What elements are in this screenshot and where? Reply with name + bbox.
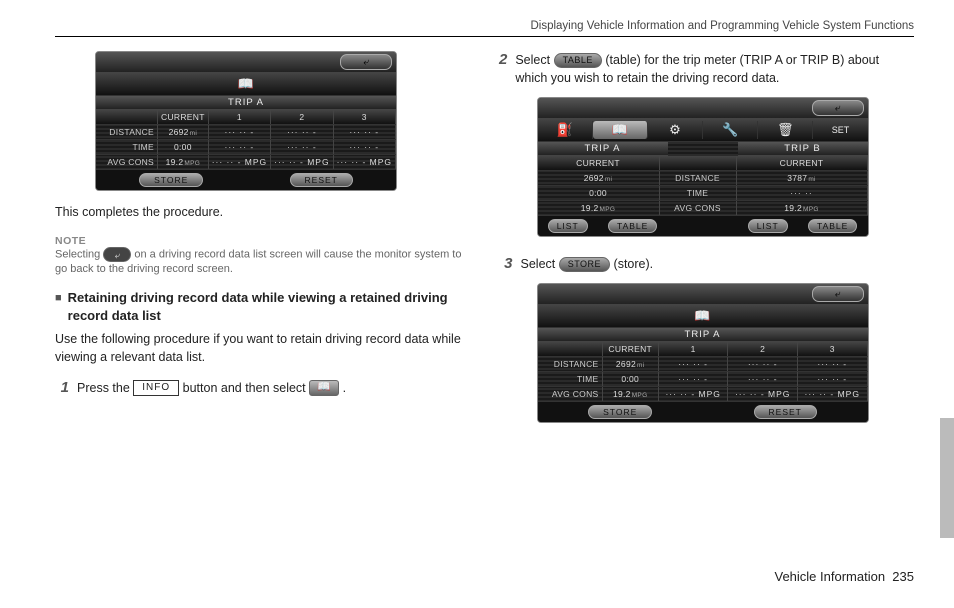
table-row: TIME 0:00 ··· ·· - ··· ·· - ··· ·· - bbox=[538, 372, 868, 387]
list-button[interactable]: LIST bbox=[748, 219, 788, 233]
screenshot-trip-a: ⤶ 📖 TRIP A CURRENT 1 2 3 bbox=[95, 51, 397, 191]
reset-button[interactable]: RESET bbox=[290, 173, 353, 187]
back-icon[interactable]: ⤶ bbox=[812, 100, 864, 116]
book-icon: 📖 bbox=[309, 380, 339, 396]
note-body: Selecting ⤶ on a driving record data lis… bbox=[55, 247, 471, 277]
table-button[interactable]: TABLE bbox=[608, 219, 657, 233]
gear-icon[interactable]: ⚙ bbox=[648, 121, 703, 139]
step-number: 3 bbox=[499, 255, 513, 273]
book-icon: 📖 bbox=[538, 307, 868, 325]
header-rule bbox=[55, 36, 914, 37]
note-heading: NOTE bbox=[55, 235, 471, 247]
col-2: 2 bbox=[271, 110, 333, 125]
col-1: 1 bbox=[208, 110, 270, 125]
tab-row: ⛽ 📖 ⚙ 🔧 🗑 SET bbox=[538, 119, 868, 142]
step-3: 3 Select STORE (store). bbox=[499, 255, 915, 273]
store-button[interactable]: STORE bbox=[588, 405, 652, 419]
step-1: 1 Press the INFO button and then select … bbox=[55, 379, 471, 397]
step-number: 1 bbox=[55, 379, 69, 397]
section-heading: ■ Retaining driving record data while vi… bbox=[55, 289, 471, 324]
table-row: AVG CONS 19.2MPG ··· ·· - MPG ··· ·· - M… bbox=[96, 155, 396, 170]
trip-b-title: TRIP B bbox=[738, 142, 868, 156]
table-row: DISTANCE 2692mi ··· ·· - ··· ·· - ··· ··… bbox=[538, 357, 868, 372]
table-row: DISTANCE 2692mi ··· ·· - ··· ·· - ··· ··… bbox=[96, 125, 396, 140]
book-icon: 📖 bbox=[96, 75, 396, 93]
book-icon[interactable]: 📖 bbox=[593, 121, 648, 139]
completes-text: This completes the procedure. bbox=[55, 203, 471, 221]
table-row: AVG CONS 19.2MPG ··· ·· - MPG ··· ·· - M… bbox=[538, 387, 868, 402]
table-button-label: TABLE bbox=[554, 53, 602, 68]
fuel-icon[interactable]: ⛽ bbox=[538, 121, 593, 139]
store-button-label: STORE bbox=[559, 257, 610, 272]
col-current: CURRENT bbox=[158, 110, 209, 125]
trip-table: CURRENT 1 2 3 DISTANCE 2692mi ··· ·· - ·… bbox=[96, 110, 396, 170]
col-3: 3 bbox=[333, 110, 395, 125]
section-body: Use the following procedure if you want … bbox=[55, 330, 471, 366]
thumb-tab bbox=[940, 418, 954, 538]
back-icon[interactable]: ⤶ bbox=[340, 54, 392, 70]
page-footer: Vehicle Information 235 bbox=[774, 569, 914, 584]
list-button[interactable]: LIST bbox=[548, 219, 588, 233]
table-row: 2692mi DISTANCE 3787mi bbox=[538, 171, 868, 186]
step-2: 2 Select TABLE (table) for the trip mete… bbox=[499, 51, 915, 87]
info-button-label: INFO bbox=[133, 380, 179, 396]
trip-table: CURRENT 1 2 3 DISTANCE 2692mi ··· ·· - ·… bbox=[538, 342, 868, 402]
back-icon: ⤶ bbox=[103, 247, 131, 262]
back-icon[interactable]: ⤶ bbox=[812, 286, 864, 302]
table-row: TIME 0:00 ··· ·· - ··· ·· - ··· ·· - bbox=[96, 140, 396, 155]
square-bullet-icon: ■ bbox=[55, 291, 62, 324]
trash-icon[interactable]: 🗑 bbox=[758, 121, 813, 139]
table-row: 19.2MPG AVG CONS 19.2MPG bbox=[538, 201, 868, 216]
table-button[interactable]: TABLE bbox=[808, 219, 857, 233]
wrench-icon[interactable]: 🔧 bbox=[703, 121, 758, 139]
screenshot-trip-a-store: ⤶ 📖 TRIP A CURRENT 1 2 3 bbox=[537, 283, 869, 423]
trip-title: TRIP A bbox=[96, 96, 396, 110]
store-button[interactable]: STORE bbox=[139, 173, 203, 187]
screenshot-trip-compare: ⤶ ⛽ 📖 ⚙ 🔧 🗑 SET TRIP A TRIP B bbox=[537, 97, 869, 237]
tab-row: 📖 bbox=[96, 73, 396, 96]
trip-a-title: TRIP A bbox=[538, 142, 668, 156]
table-row: 0:00 TIME ··· ·· bbox=[538, 186, 868, 201]
compare-table: CURRENT CURRENT 2692mi DISTANCE 3787mi 0… bbox=[538, 156, 868, 216]
page-header: Displaying Vehicle Information and Progr… bbox=[55, 20, 914, 36]
trip-title: TRIP A bbox=[538, 328, 868, 342]
step-number: 2 bbox=[499, 51, 508, 87]
reset-button[interactable]: RESET bbox=[754, 405, 817, 419]
set-button[interactable]: SET bbox=[813, 124, 867, 136]
tab-row: 📖 bbox=[538, 305, 868, 328]
